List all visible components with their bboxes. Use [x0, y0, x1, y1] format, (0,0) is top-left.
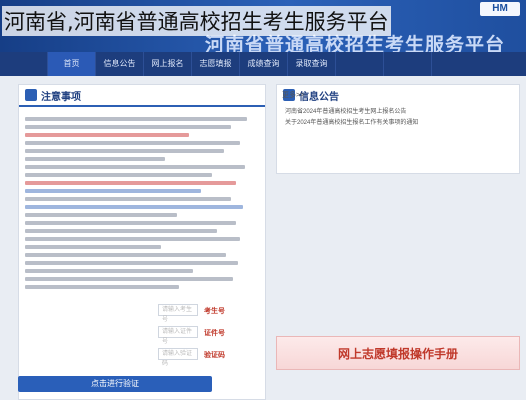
notes-panel-header: 注意事项 — [19, 85, 265, 107]
nav-item-volunteer[interactable]: 志愿填报 — [192, 52, 240, 76]
note-line — [25, 277, 234, 281]
note-line — [25, 141, 241, 145]
news-item[interactable]: 河南省2024年普通高校招生考生网上报名公告 — [285, 107, 511, 118]
note-line — [25, 285, 180, 289]
note-line — [25, 133, 189, 137]
note-line — [25, 213, 178, 217]
note-line — [25, 205, 243, 209]
page: 河南省普通高校招生考生服务平台 HM 河南省,河南省普通高校招生考生服务平台 首… — [0, 0, 526, 400]
notice-panel-title: 信息公告 — [299, 91, 339, 103]
note-line — [25, 245, 161, 249]
nav-item-8[interactable] — [384, 52, 432, 76]
form-row-candidate-no: 请输入考生号 考生号 — [18, 300, 266, 323]
info-icon — [25, 89, 37, 101]
note-line — [25, 237, 241, 241]
captcha-input[interactable]: 请输入验证码 — [158, 348, 198, 367]
note-line — [25, 157, 166, 161]
notes-text — [19, 107, 265, 289]
note-line — [25, 117, 248, 121]
note-line — [25, 269, 194, 273]
note-line — [25, 173, 213, 177]
note-line — [25, 149, 224, 153]
site-logo-icon: HM — [480, 2, 520, 16]
more-link[interactable]: 更多>> — [282, 90, 304, 100]
notice-panel-header: 信息公告 — [277, 85, 519, 105]
login-form: 请输入考生号 考生号 请输入证件号 证件号 请输入验证码 验证码 — [18, 300, 266, 367]
note-line — [25, 189, 201, 193]
news-list: 河南省2024年普通高校招生考生网上报名公告 关于2024年普通高校招生报名工作… — [277, 105, 519, 131]
note-line — [25, 229, 217, 233]
note-line — [25, 125, 231, 129]
note-line — [25, 181, 236, 185]
nav-item-score[interactable]: 成绩查询 — [240, 52, 288, 76]
overlay-title: 河南省,河南省普通高校招生考生服务平台 — [2, 6, 391, 36]
id-no-label: 证件号 — [204, 330, 225, 337]
nav-item-home[interactable]: 首页 — [48, 52, 96, 76]
nav-item-admission[interactable]: 录取查询 — [288, 52, 336, 76]
notes-panel-title: 注意事项 — [41, 91, 81, 103]
candidate-no-input[interactable]: 请输入考生号 — [158, 304, 198, 323]
manual-banner[interactable]: 网上志愿填报操作手册 — [276, 336, 520, 370]
form-row-captcha: 请输入验证码 验证码 — [18, 344, 266, 367]
nav-item-register[interactable]: 网上报名 — [144, 52, 192, 76]
captcha-label: 验证码 — [204, 352, 225, 359]
form-row-id-no: 请输入证件号 证件号 — [18, 322, 266, 345]
nav-item-notice[interactable]: 信息公告 — [96, 52, 144, 76]
nav-item-0[interactable] — [0, 52, 48, 76]
candidate-no-label: 考生号 — [204, 308, 225, 315]
note-line — [25, 221, 236, 225]
note-line — [25, 197, 231, 201]
news-item[interactable]: 关于2024年普通高校招生报名工作有关事项的通知 — [285, 118, 511, 129]
note-line — [25, 261, 238, 265]
nav-item-7[interactable] — [336, 52, 384, 76]
verify-button[interactable]: 点击进行验证 — [18, 376, 212, 392]
notice-panel: 信息公告 河南省2024年普通高校招生考生网上报名公告 关于2024年普通高校招… — [276, 84, 520, 174]
id-no-input[interactable]: 请输入证件号 — [158, 326, 198, 345]
note-line — [25, 253, 227, 257]
main-nav: 首页 信息公告 网上报名 志愿填报 成绩查询 录取查询 — [0, 52, 526, 76]
note-line — [25, 165, 245, 169]
